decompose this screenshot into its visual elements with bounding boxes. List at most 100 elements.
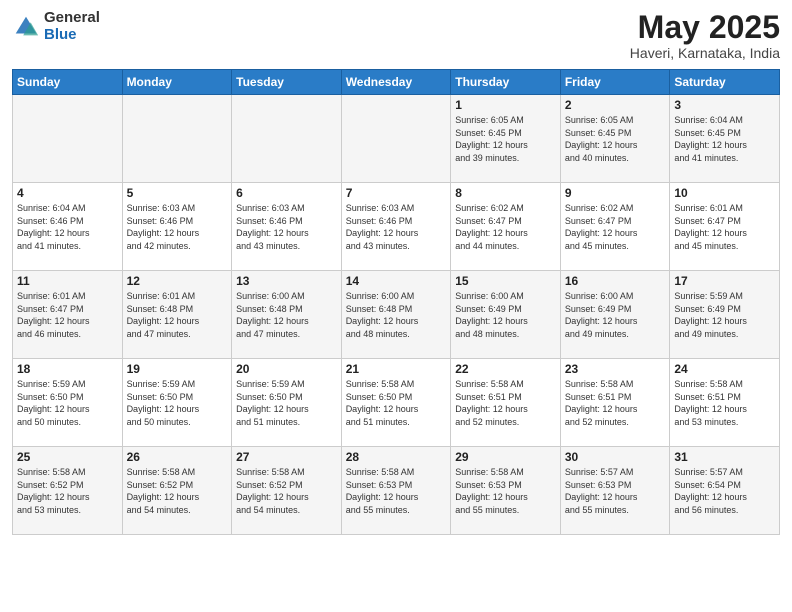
logo-icon	[12, 13, 40, 41]
week-row-2: 11Sunrise: 6:01 AM Sunset: 6:47 PM Dayli…	[13, 271, 780, 359]
day-info: Sunrise: 5:58 AM Sunset: 6:52 PM Dayligh…	[127, 466, 228, 516]
calendar-cell: 22 Sunrise: 5:58 AM Sunset: 6:51 PM Dayli…	[451, 359, 561, 447]
calendar-cell: 4 Sunrise: 6:04 AM Sunset: 6:46 PM Daylig…	[13, 183, 123, 271]
day-number: 24	[674, 362, 775, 376]
calendar-cell: 12 Sunrise: 6:01 AM Sunset: 6:48 PM Dayli…	[122, 271, 232, 359]
day-number: 3	[674, 98, 775, 112]
logo: General Blue	[12, 10, 100, 43]
day-number: 17	[674, 274, 775, 288]
calendar-cell: 1Sunrise: 6:05 AM Sunset: 6:45 PM Daylig…	[451, 95, 561, 183]
calendar-cell: 21 Sunrise: 5:58 AM Sunset: 6:50 PM Dayli…	[341, 359, 451, 447]
day-number: 8	[455, 186, 556, 200]
calendar-cell: 2 Sunrise: 6:05 AM Sunset: 6:45 PM Daylig…	[560, 95, 670, 183]
day-number: 11	[17, 274, 118, 288]
day-number: 23	[565, 362, 666, 376]
day-info: Sunrise: 6:00 AM Sunset: 6:49 PM Dayligh…	[565, 290, 666, 340]
title-block: May 2025 Haveri, Karnataka, India	[630, 10, 780, 61]
day-number: 27	[236, 450, 337, 464]
day-number: 18	[17, 362, 118, 376]
day-info: Sunrise: 5:57 AM Sunset: 6:54 PM Dayligh…	[674, 466, 775, 516]
day-header-wednesday: Wednesday	[341, 70, 451, 95]
day-number: 29	[455, 450, 556, 464]
day-header-tuesday: Tuesday	[232, 70, 342, 95]
day-number: 14	[346, 274, 447, 288]
day-info: Sunrise: 6:05 AM Sunset: 6:45 PM Dayligh…	[565, 114, 666, 164]
day-number: 7	[346, 186, 447, 200]
day-number: 20	[236, 362, 337, 376]
day-info: Sunrise: 5:58 AM Sunset: 6:53 PM Dayligh…	[455, 466, 556, 516]
day-info: Sunrise: 6:00 AM Sunset: 6:49 PM Dayligh…	[455, 290, 556, 340]
day-info: Sunrise: 5:58 AM Sunset: 6:50 PM Dayligh…	[346, 378, 447, 428]
day-number: 4	[17, 186, 118, 200]
day-number: 9	[565, 186, 666, 200]
day-info: Sunrise: 6:01 AM Sunset: 6:48 PM Dayligh…	[127, 290, 228, 340]
day-info: Sunrise: 6:00 AM Sunset: 6:48 PM Dayligh…	[236, 290, 337, 340]
calendar-cell: 15 Sunrise: 6:00 AM Sunset: 6:49 PM Dayli…	[451, 271, 561, 359]
day-number: 5	[127, 186, 228, 200]
calendar-cell: 7 Sunrise: 6:03 AM Sunset: 6:46 PM Daylig…	[341, 183, 451, 271]
calendar-cell: 31 Sunrise: 5:57 AM Sunset: 6:54 PM Dayli…	[670, 447, 780, 535]
calendar-cell: 10 Sunrise: 6:01 AM Sunset: 6:47 PM Dayli…	[670, 183, 780, 271]
day-info: Sunrise: 6:01 AM Sunset: 6:47 PM Dayligh…	[674, 202, 775, 252]
day-info: Sunrise: 5:59 AM Sunset: 6:50 PM Dayligh…	[236, 378, 337, 428]
day-number: 21	[346, 362, 447, 376]
calendar-header-row: SundayMondayTuesdayWednesdayThursdayFrid…	[13, 70, 780, 95]
day-info: Sunrise: 6:05 AM Sunset: 6:45 PM Dayligh…	[455, 114, 556, 164]
day-info: Sunrise: 6:02 AM Sunset: 6:47 PM Dayligh…	[455, 202, 556, 252]
location: Haveri, Karnataka, India	[630, 45, 780, 61]
day-number: 12	[127, 274, 228, 288]
calendar-cell: 11Sunrise: 6:01 AM Sunset: 6:47 PM Dayli…	[13, 271, 123, 359]
day-info: Sunrise: 5:57 AM Sunset: 6:53 PM Dayligh…	[565, 466, 666, 516]
calendar-cell: 25 Sunrise: 5:58 AM Sunset: 6:52 PM Dayli…	[13, 447, 123, 535]
day-header-saturday: Saturday	[670, 70, 780, 95]
day-info: Sunrise: 5:58 AM Sunset: 6:52 PM Dayligh…	[17, 466, 118, 516]
day-number: 2	[565, 98, 666, 112]
calendar-cell: 5 Sunrise: 6:03 AM Sunset: 6:46 PM Daylig…	[122, 183, 232, 271]
day-header-monday: Monday	[122, 70, 232, 95]
day-info: Sunrise: 5:59 AM Sunset: 6:50 PM Dayligh…	[17, 378, 118, 428]
day-header-friday: Friday	[560, 70, 670, 95]
logo-general-text: General	[44, 10, 100, 27]
week-row-4: 25 Sunrise: 5:58 AM Sunset: 6:52 PM Dayli…	[13, 447, 780, 535]
day-info: Sunrise: 5:58 AM Sunset: 6:51 PM Dayligh…	[565, 378, 666, 428]
day-info: Sunrise: 5:58 AM Sunset: 6:52 PM Dayligh…	[236, 466, 337, 516]
day-number: 25	[17, 450, 118, 464]
day-info: Sunrise: 5:58 AM Sunset: 6:51 PM Dayligh…	[674, 378, 775, 428]
day-info: Sunrise: 6:04 AM Sunset: 6:45 PM Dayligh…	[674, 114, 775, 164]
day-number: 31	[674, 450, 775, 464]
calendar-cell: 24 Sunrise: 5:58 AM Sunset: 6:51 PM Dayli…	[670, 359, 780, 447]
calendar-cell: 23 Sunrise: 5:58 AM Sunset: 6:51 PM Dayli…	[560, 359, 670, 447]
day-info: Sunrise: 5:59 AM Sunset: 6:50 PM Dayligh…	[127, 378, 228, 428]
calendar-cell: 13 Sunrise: 6:00 AM Sunset: 6:48 PM Dayli…	[232, 271, 342, 359]
header: General Blue May 2025 Haveri, Karnataka,…	[12, 10, 780, 61]
day-info: Sunrise: 6:03 AM Sunset: 6:46 PM Dayligh…	[127, 202, 228, 252]
day-info: Sunrise: 6:03 AM Sunset: 6:46 PM Dayligh…	[346, 202, 447, 252]
calendar-cell: 17Sunrise: 5:59 AM Sunset: 6:49 PM Dayli…	[670, 271, 780, 359]
day-number: 10	[674, 186, 775, 200]
calendar-cell	[341, 95, 451, 183]
month-title: May 2025	[630, 10, 780, 45]
calendar-cell: 8 Sunrise: 6:02 AM Sunset: 6:47 PM Daylig…	[451, 183, 561, 271]
calendar-cell: 14 Sunrise: 6:00 AM Sunset: 6:48 PM Dayli…	[341, 271, 451, 359]
day-number: 13	[236, 274, 337, 288]
day-number: 22	[455, 362, 556, 376]
calendar-cell: 27 Sunrise: 5:58 AM Sunset: 6:52 PM Dayli…	[232, 447, 342, 535]
day-number: 6	[236, 186, 337, 200]
day-info: Sunrise: 5:58 AM Sunset: 6:53 PM Dayligh…	[346, 466, 447, 516]
week-row-0: 1Sunrise: 6:05 AM Sunset: 6:45 PM Daylig…	[13, 95, 780, 183]
calendar-cell: 29 Sunrise: 5:58 AM Sunset: 6:53 PM Dayli…	[451, 447, 561, 535]
day-number: 28	[346, 450, 447, 464]
day-number: 30	[565, 450, 666, 464]
calendar-cell: 20 Sunrise: 5:59 AM Sunset: 6:50 PM Dayli…	[232, 359, 342, 447]
calendar-table: SundayMondayTuesdayWednesdayThursdayFrid…	[12, 69, 780, 535]
day-number: 19	[127, 362, 228, 376]
day-number: 26	[127, 450, 228, 464]
day-info: Sunrise: 5:58 AM Sunset: 6:51 PM Dayligh…	[455, 378, 556, 428]
day-info: Sunrise: 6:04 AM Sunset: 6:46 PM Dayligh…	[17, 202, 118, 252]
calendar-cell: 19 Sunrise: 5:59 AM Sunset: 6:50 PM Dayli…	[122, 359, 232, 447]
day-number: 15	[455, 274, 556, 288]
calendar-cell: 30 Sunrise: 5:57 AM Sunset: 6:53 PM Dayli…	[560, 447, 670, 535]
day-info: Sunrise: 6:00 AM Sunset: 6:48 PM Dayligh…	[346, 290, 447, 340]
week-row-1: 4 Sunrise: 6:04 AM Sunset: 6:46 PM Daylig…	[13, 183, 780, 271]
calendar-cell: 16Sunrise: 6:00 AM Sunset: 6:49 PM Dayli…	[560, 271, 670, 359]
